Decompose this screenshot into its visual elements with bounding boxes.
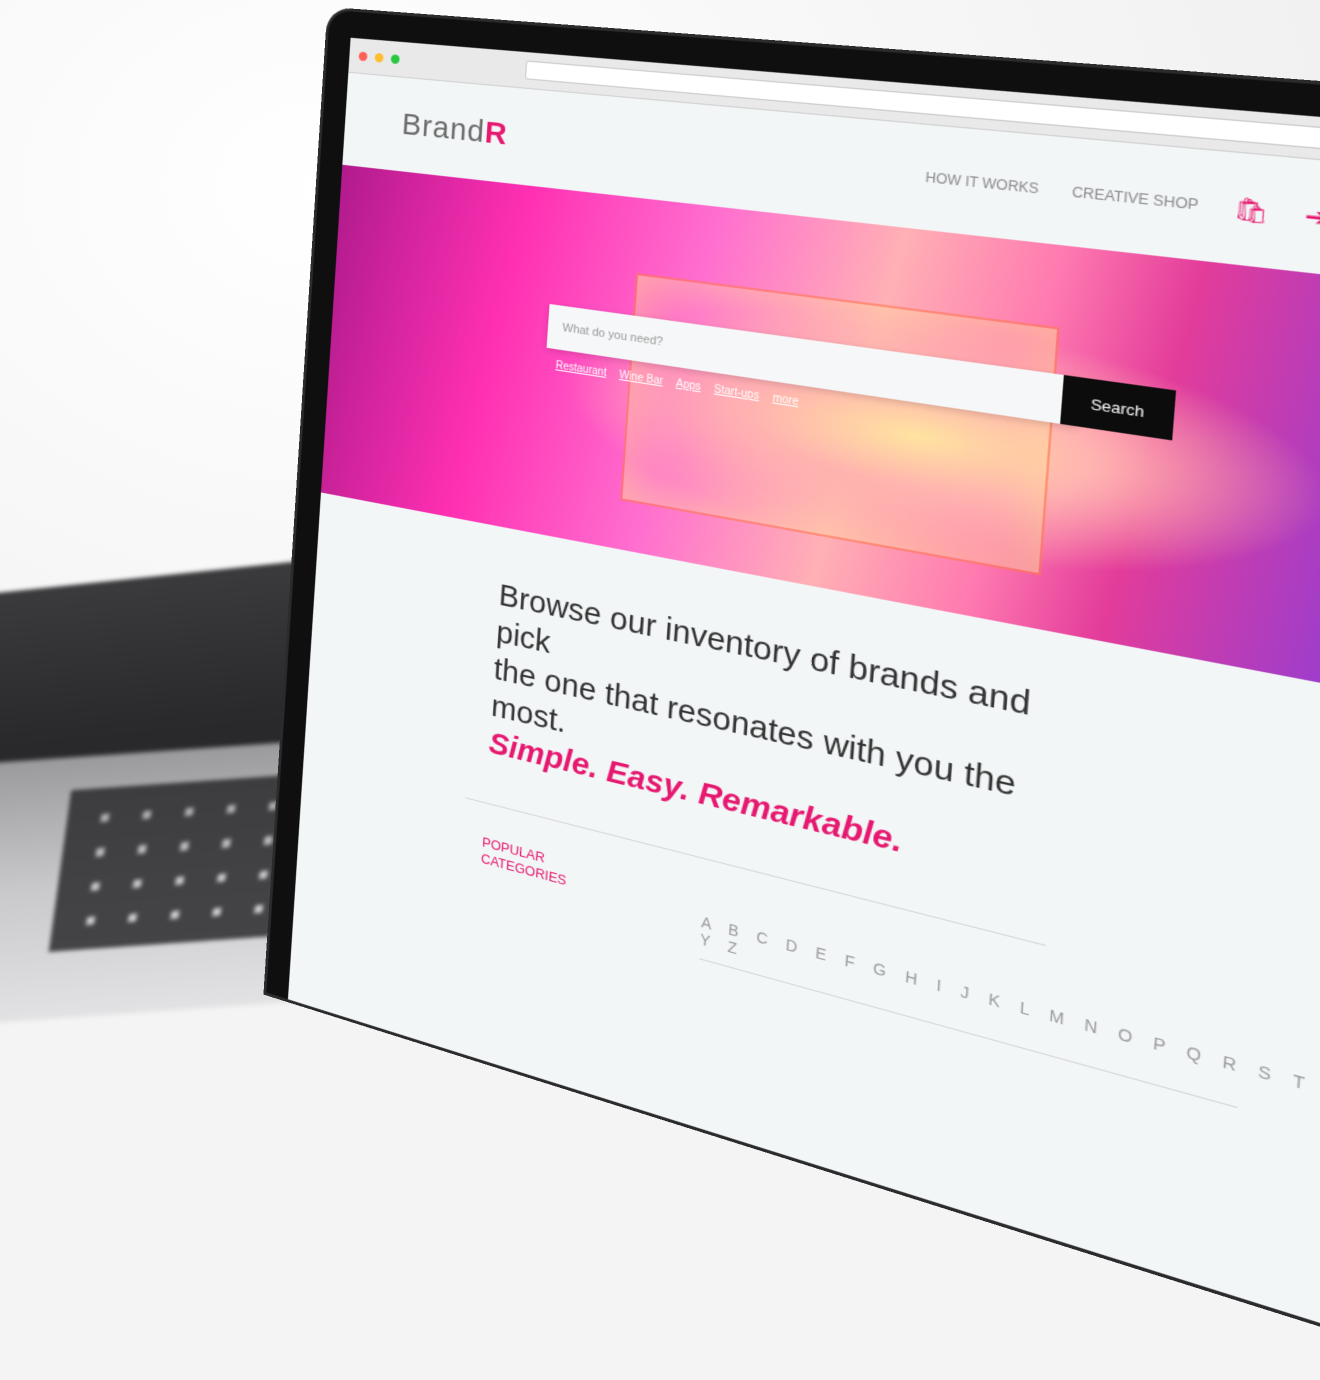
laptop-screen: ✕ BrandR HOW IT WORKS CREATIVE SHOP 🛍 ➔ … [266,10,1320,1380]
site-logo[interactable]: BrandR [401,107,509,153]
search-placeholder: What do you need? [561,321,664,349]
search-button[interactable]: Search [1060,374,1177,441]
alphabet-divider [698,957,1237,1108]
logo-accent: R [483,115,509,152]
popular-categories-label: POPULAR CATEGORIES [480,833,567,889]
tagline: Browse our inventory of brands and pick … [488,577,1092,905]
categories-row: POPULAR CATEGORIES A B C D E F G H I J K… [478,834,1320,1176]
bag-icon[interactable]: 🛍 [1233,193,1270,227]
logo-text: Brand [400,107,487,150]
hero-room-graphic [620,272,1060,576]
login-icon[interactable]: ➔ [1304,200,1320,233]
zoom-window-icon[interactable] [390,53,400,64]
screen-display: ✕ BrandR HOW IT WORKS CREATIVE SHOP 🛍 ➔ … [287,37,1320,1369]
main-nav: HOW IT WORKS CREATIVE SHOP 🛍 ➔ [925,163,1320,248]
alphabet-index[interactable]: A B C D E F G H I J K L M N O P Q R S T … [699,913,1320,1162]
minimize-window-icon[interactable] [374,52,384,63]
quick-link-restaurant[interactable]: Restaurant [555,360,607,379]
close-window-icon[interactable] [358,51,368,61]
nav-creative-shop[interactable]: CREATIVE SHOP [1071,184,1199,213]
nav-how-it-works[interactable]: HOW IT WORKS [925,169,1039,197]
